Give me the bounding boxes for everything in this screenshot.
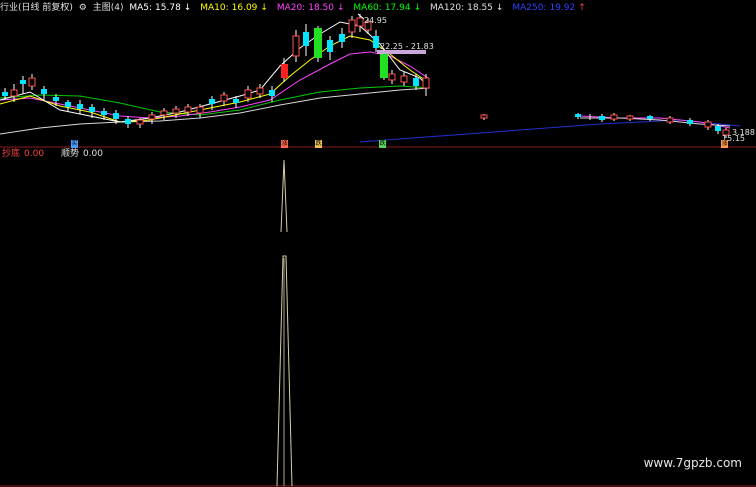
- stock-chart[interactable]: [0, 0, 756, 487]
- ma120-legend: MA120: 18.55 ↓: [430, 3, 509, 13]
- signal-badge[interactable]: 涨: [281, 140, 288, 148]
- indicator-trend-value: 0.00: [82, 149, 103, 159]
- chart-header: 行业(日线 前复权) ⚙ 主图(4) MA5: 15.78 ↓ MA10: 16.09…: [0, 2, 592, 15]
- ma20-value: 18.50: [308, 3, 334, 13]
- ma5-value: 15.78: [155, 3, 181, 13]
- ma60-arrow: ↓: [413, 3, 422, 13]
- ma20-label: MA20:: [276, 3, 306, 13]
- ma250-legend: MA250: 19.92 ↑: [512, 3, 588, 13]
- indicator-spike-upper: [280, 159, 288, 233]
- ma10-legend: MA10: 16.09 ↓: [200, 3, 274, 13]
- signal-badge[interactable]: 涨: [721, 140, 728, 148]
- ma5-label: MA5:: [129, 3, 153, 13]
- indicator-name: 抄底: [2, 149, 21, 159]
- indicator-name-value: 0.00: [24, 149, 45, 159]
- signal-badge[interactable]: 跌: [315, 140, 322, 148]
- indicator-trend: 顺势: [60, 149, 79, 159]
- ma10-value: 16.09: [231, 3, 258, 13]
- high-price-label: 24.95: [364, 16, 387, 25]
- ma250-line: [359, 123, 601, 143]
- indicator-header: 抄底 0.00 顺势 0.00: [2, 148, 107, 161]
- ma5-arrow: ↓: [183, 3, 192, 13]
- ma250-value: 19.92: [549, 3, 576, 13]
- ma120-value: 18.55: [467, 3, 493, 13]
- ma20-arrow: ↓: [336, 3, 345, 13]
- ma60-value: 17.94: [384, 3, 411, 13]
- chart-title: 行业(日线 前复权): [0, 3, 73, 13]
- main-chart-label[interactable]: 主图(4): [93, 3, 124, 13]
- ma60-label: MA60:: [353, 3, 382, 13]
- price-range-label: 22.25 - 21.83: [380, 42, 434, 51]
- ma20-legend: MA20: 18.50 ↓: [277, 3, 351, 13]
- ma20-line: [0, 51, 429, 119]
- ma10-label: MA10:: [200, 3, 229, 13]
- signal-badge[interactable]: 跌: [379, 140, 386, 148]
- ma120-arrow: ↓: [495, 3, 504, 13]
- ma60-legend: MA60: 17.94 ↓: [353, 3, 427, 13]
- right-candles: [480, 113, 730, 138]
- ma10-line: [0, 35, 429, 123]
- ma5-legend: MA5: 15.78 ↓: [129, 3, 197, 13]
- ma250-arrow: ↑: [578, 3, 586, 13]
- gear-icon[interactable]: ⚙: [79, 3, 87, 13]
- ma250-label: MA250:: [512, 3, 547, 13]
- watermark: www.7gpzb.com: [643, 456, 742, 470]
- signal-badge[interactable]: 买: [71, 140, 78, 148]
- ma10-arrow: ↓: [260, 3, 268, 13]
- ma120-label: MA120:: [430, 3, 465, 13]
